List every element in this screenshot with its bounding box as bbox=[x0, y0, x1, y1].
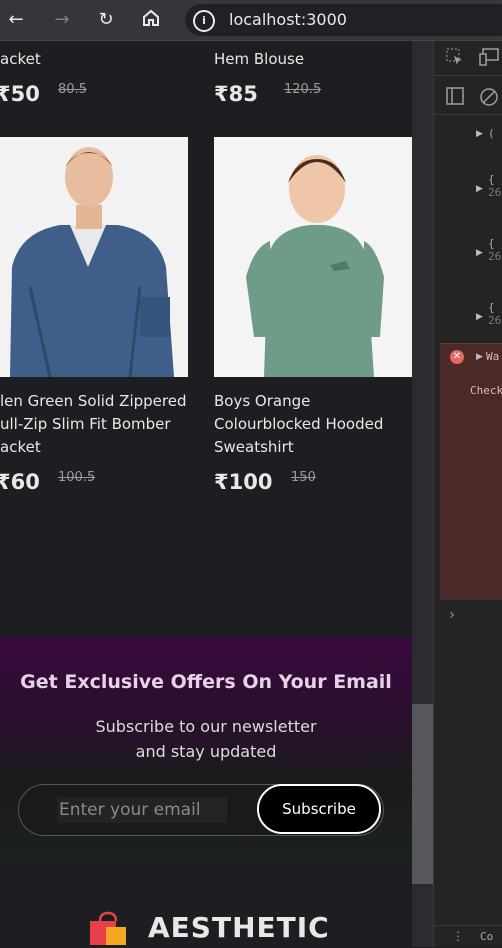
page-viewport: acket ₹50 80.5 Hem Blouse ₹85 120.5 len … bbox=[0, 41, 412, 947]
sidebar-toggle-icon[interactable] bbox=[445, 87, 465, 107]
console-entry-sub: 26 bbox=[488, 250, 502, 263]
product-price: ₹85 bbox=[214, 82, 258, 106]
subscribe-button[interactable]: Subscribe bbox=[257, 784, 381, 834]
console-toolbar bbox=[434, 80, 502, 115]
warning-text: Check bbox=[470, 384, 502, 397]
forward-icon[interactable]: → bbox=[50, 8, 74, 32]
expand-arrow-icon[interactable]: ▶ bbox=[476, 129, 483, 139]
expand-arrow-icon[interactable]: ▶ bbox=[476, 184, 483, 194]
product-price: ₹60 bbox=[0, 470, 40, 494]
newsletter-subtitle-line1: Subscribe to our newsletter bbox=[95, 717, 317, 736]
home-icon[interactable] bbox=[139, 8, 163, 32]
devtools-drawer-bar: ⋮ Co bbox=[434, 925, 502, 948]
shopping-bag-icon bbox=[90, 911, 126, 945]
inspect-element-icon[interactable] bbox=[445, 48, 465, 68]
product-name[interactable]: Hem Blouse bbox=[214, 48, 412, 71]
product-old-price: 100.5 bbox=[58, 470, 96, 485]
console-entry: {26 bbox=[488, 301, 501, 327]
console-warning-block: ✕ ▶ Wa Check bbox=[440, 343, 502, 600]
reload-icon[interactable]: ↻ bbox=[94, 8, 118, 32]
back-icon[interactable]: ← bbox=[4, 8, 28, 32]
expand-arrow-icon[interactable]: ▶ bbox=[476, 248, 483, 258]
product-old-price: 80.5 bbox=[58, 82, 87, 97]
newsletter-title: Get Exclusive Offers On Your Email bbox=[20, 671, 392, 693]
product-old-price: 150 bbox=[291, 470, 316, 485]
browser-toolbar: ← → ↻ i localhost:3000 bbox=[0, 0, 502, 41]
console-prompt-icon[interactable]: › bbox=[442, 605, 462, 625]
drawer-tab-console[interactable]: Co bbox=[480, 930, 493, 943]
product-image[interactable] bbox=[214, 137, 412, 377]
console-entry: ( bbox=[488, 127, 495, 140]
product-image[interactable] bbox=[0, 137, 188, 377]
console-entry-text: { bbox=[488, 301, 495, 314]
clear-console-icon[interactable] bbox=[479, 87, 499, 107]
address-bar[interactable]: i localhost:3000 bbox=[185, 4, 502, 36]
expand-arrow-icon[interactable]: ▶ bbox=[476, 312, 483, 322]
newsletter-subtitle-line2: and stay updated bbox=[135, 742, 277, 761]
devtools-panel: ▶ ( ▶ {26 ▶ {26 ▶ {26 ✕ ▶ Wa Check › ⋮ C… bbox=[433, 41, 502, 947]
device-toggle-icon[interactable] bbox=[479, 48, 499, 68]
console-entry-sub: 26 bbox=[488, 314, 502, 327]
product-price: ₹100 bbox=[214, 470, 273, 494]
url-text: localhost:3000 bbox=[229, 10, 347, 29]
expand-arrow-icon[interactable]: ▶ bbox=[476, 352, 483, 362]
product-old-price: 120.5 bbox=[284, 82, 322, 97]
newsletter-form: Subscribe bbox=[18, 784, 384, 836]
scrollbar-thumb[interactable] bbox=[412, 704, 433, 884]
error-icon: ✕ bbox=[450, 350, 464, 364]
product-name[interactable]: len Green Solid Zippered ull-Zip Slim Fi… bbox=[0, 390, 190, 459]
more-options-icon[interactable]: ⋮ bbox=[448, 926, 468, 946]
console-entry-text: { bbox=[488, 173, 495, 186]
product-price: ₹50 bbox=[0, 82, 40, 106]
console-entry-text: { bbox=[488, 237, 495, 250]
page-scrollbar[interactable] bbox=[412, 41, 433, 947]
email-input[interactable] bbox=[57, 797, 227, 823]
devtools-toolbar bbox=[434, 41, 502, 76]
console-entry: {26 bbox=[488, 173, 501, 199]
console-entry: {26 bbox=[488, 237, 501, 263]
newsletter-section: Get Exclusive Offers On Your Email Subsc… bbox=[0, 637, 412, 865]
console-entry-sub: 26 bbox=[488, 186, 502, 199]
site-info-icon[interactable]: i bbox=[193, 10, 215, 32]
product-name[interactable]: Boys Orange Colourblocked Hooded Sweatsh… bbox=[214, 390, 410, 459]
brand-name: AESTHETIC bbox=[148, 911, 330, 944]
product-name[interactable]: acket bbox=[0, 48, 200, 71]
warning-label: Wa bbox=[486, 350, 500, 363]
